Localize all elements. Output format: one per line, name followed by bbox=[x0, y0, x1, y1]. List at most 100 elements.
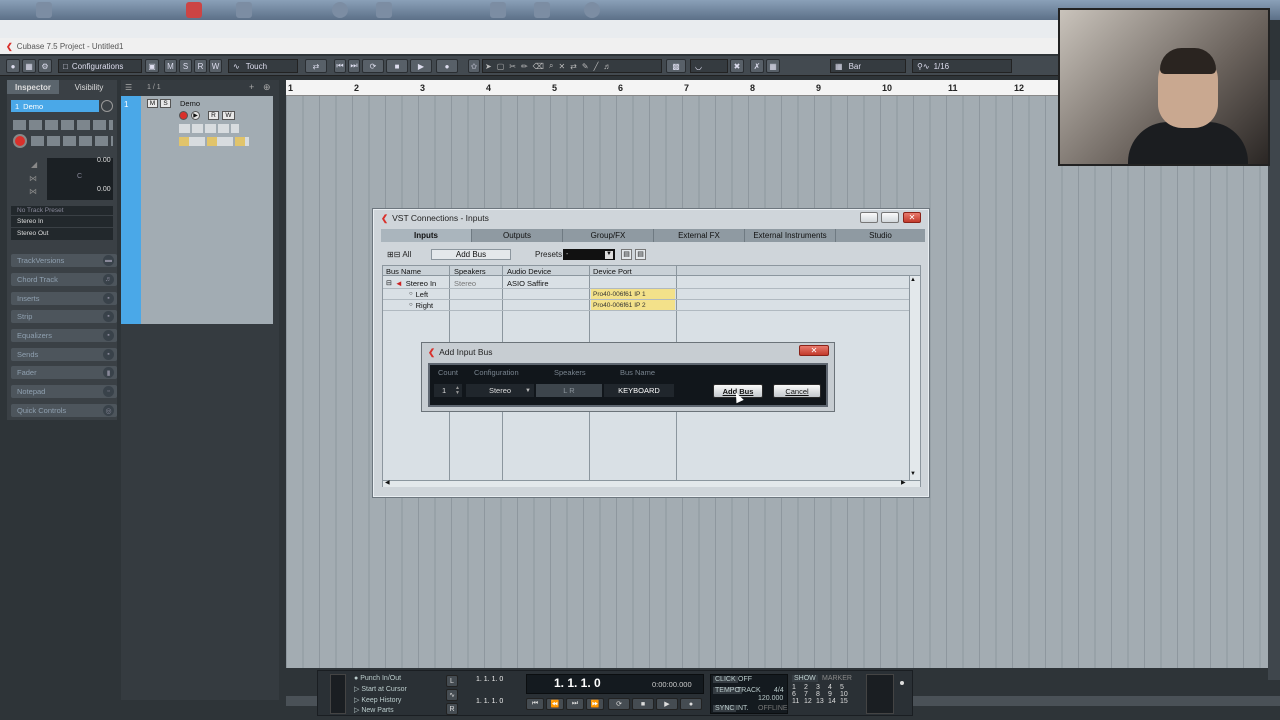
section-trackversions[interactable]: TrackVersions ▬ bbox=[11, 254, 117, 267]
column-speakers[interactable]: Speakers bbox=[454, 267, 486, 276]
track-name[interactable]: Demo bbox=[180, 99, 200, 108]
track-solo-button[interactable]: S bbox=[160, 99, 171, 108]
count-stepper[interactable]: 1 ▲ ▼ bbox=[434, 384, 462, 397]
device-port-cell[interactable]: Pro40-006f61 IP 2 bbox=[591, 300, 675, 310]
play-button[interactable]: ▶ bbox=[410, 59, 432, 73]
fast-forward-icon[interactable]: ⏩ bbox=[586, 698, 604, 710]
tab-inspector[interactable]: Inspector bbox=[7, 80, 59, 94]
vertical-scrollbar[interactable] bbox=[1268, 80, 1280, 680]
section-sends[interactable]: Sends ▪ bbox=[11, 348, 117, 361]
crossfade-icon[interactable]: ∿ bbox=[446, 689, 458, 701]
add-track-icon[interactable]: + bbox=[249, 82, 254, 92]
marker-button[interactable]: 13 bbox=[816, 698, 828, 705]
marker-button[interactable]: 7 bbox=[804, 691, 816, 698]
track-monitor-icon[interactable]: ▶ bbox=[191, 111, 200, 120]
zoom-tool-icon[interactable]: ⌕ bbox=[549, 61, 558, 71]
stop-button[interactable]: ■ bbox=[386, 59, 408, 73]
cycle-icon[interactable]: ⟳ bbox=[608, 698, 630, 710]
left-locator-icon[interactable]: L bbox=[446, 675, 458, 687]
draw-tool-icon[interactable]: ✎ bbox=[582, 62, 594, 71]
maximize-icon[interactable] bbox=[881, 212, 899, 223]
tab-external-instruments[interactable]: External Instruments bbox=[745, 229, 836, 242]
taskbar-app-icon[interactable] bbox=[376, 2, 392, 18]
audio-device-cell[interactable]: ASIO Saffire bbox=[507, 279, 549, 288]
solo-all-button[interactable]: S bbox=[179, 59, 192, 73]
input-routing[interactable]: Stereo In bbox=[11, 215, 113, 227]
snap-to-zero-icon[interactable]: ✗ bbox=[750, 59, 764, 73]
lock-icon[interactable]: ▣ bbox=[145, 59, 159, 73]
track-button-row[interactable] bbox=[13, 120, 113, 130]
speakers-cell[interactable]: Stereo bbox=[454, 279, 476, 288]
track-write-button[interactable]: W bbox=[222, 111, 235, 120]
grid-icon[interactable]: ▦ bbox=[766, 59, 780, 73]
mute-all-button[interactable]: M bbox=[164, 59, 177, 73]
tab-studio[interactable]: Studio bbox=[836, 229, 925, 242]
configurations-menu[interactable]: □ Configurations bbox=[58, 59, 142, 73]
marker-button[interactable]: 12 bbox=[804, 698, 816, 705]
tab-inputs[interactable]: Inputs bbox=[381, 229, 472, 242]
sync-label[interactable]: SYNC bbox=[713, 705, 737, 712]
track-options-icon[interactable]: ⊕ bbox=[263, 82, 271, 93]
record-button[interactable]: ● bbox=[680, 698, 702, 710]
marker-button[interactable]: 3 bbox=[816, 684, 828, 691]
taskbar-app-icon[interactable] bbox=[584, 2, 600, 18]
tool-palette[interactable]: ➤ ▢ ✂ ✏ ⌫ ⌕ ✕ ⇄ ✎ ╱ ♬ bbox=[482, 59, 662, 73]
pointer-tool-icon[interactable]: ➤ bbox=[485, 62, 497, 71]
table-vertical-scrollbar[interactable] bbox=[909, 276, 920, 482]
stop-button[interactable]: ■ bbox=[632, 698, 654, 710]
marker-button[interactable]: 9 bbox=[828, 691, 840, 698]
layout-icon[interactable]: ▦ bbox=[22, 59, 36, 73]
section-inserts[interactable]: Inserts ▪ bbox=[11, 292, 117, 305]
marker-button[interactable]: 4 bbox=[828, 684, 840, 691]
output-routing[interactable]: Stereo Out bbox=[11, 227, 113, 239]
go-to-end-icon[interactable]: ⏭ bbox=[348, 59, 360, 73]
erase-tool-icon[interactable]: ⌫ bbox=[533, 62, 549, 71]
play-tool-icon[interactable]: ♬ bbox=[603, 62, 616, 71]
track-read-button[interactable]: R bbox=[208, 111, 219, 120]
split-tool-icon[interactable]: ✂ bbox=[509, 62, 521, 71]
track-monitor-row[interactable] bbox=[31, 136, 113, 146]
track-options-row[interactable] bbox=[179, 124, 239, 133]
right-locator-icon[interactable]: R bbox=[446, 703, 458, 715]
punch-option[interactable]: ● Punch In/Out bbox=[354, 675, 401, 682]
new-parts-option[interactable]: ▷ New Parts bbox=[354, 706, 394, 714]
table-row[interactable]: ○ Left bbox=[409, 289, 428, 299]
time-warp-tool-icon[interactable]: ⇄ bbox=[570, 62, 582, 71]
scroll-right-icon[interactable]: ▶ bbox=[901, 479, 906, 486]
section-notepad[interactable]: Notepad ▫ bbox=[11, 385, 117, 398]
column-device-port[interactable]: Device Port bbox=[593, 267, 632, 276]
go-to-end-icon[interactable]: ⏭ bbox=[566, 698, 584, 710]
scroll-down-icon[interactable]: ▼ bbox=[910, 471, 916, 477]
taskbar-app-icon[interactable] bbox=[36, 2, 52, 18]
section-chord-track[interactable]: Chord Track ♬ bbox=[11, 273, 117, 286]
marker-button[interactable]: 2 bbox=[804, 684, 816, 691]
table-horizontal-scrollbar[interactable] bbox=[383, 480, 920, 487]
section-equalizers[interactable]: Equalizers ▪ bbox=[11, 329, 117, 342]
marker-button[interactable]: 6 bbox=[792, 691, 804, 698]
device-port-cell[interactable]: Pro40-006f61 IP 1 bbox=[591, 289, 675, 299]
show-markers-label[interactable]: SHOW bbox=[792, 675, 818, 682]
column-audio-device[interactable]: Audio Device bbox=[507, 267, 551, 276]
track-preset-label[interactable]: No Track Preset bbox=[11, 206, 113, 215]
read-all-button[interactable]: R bbox=[194, 59, 207, 73]
tab-visibility[interactable]: Visibility bbox=[61, 80, 117, 94]
cycle-icon[interactable]: ⟳ bbox=[362, 59, 384, 73]
tab-outputs[interactable]: Outputs bbox=[472, 229, 563, 242]
activate-project-button[interactable]: ● bbox=[6, 59, 20, 73]
taskbar-app-icon[interactable] bbox=[236, 2, 252, 18]
start-cursor-option[interactable]: ▷ Start at Cursor bbox=[354, 685, 407, 693]
marker-button[interactable]: 14 bbox=[828, 698, 840, 705]
scroll-left-icon[interactable]: ◀ bbox=[385, 479, 390, 486]
track-mute-button[interactable]: M bbox=[147, 99, 158, 108]
taskbar-app-icon[interactable] bbox=[186, 2, 202, 18]
nudge-icon[interactable]: ⇄ bbox=[305, 59, 327, 73]
tab-group-fx[interactable]: Group/FX bbox=[563, 229, 654, 242]
list-view-icon[interactable]: ☰ bbox=[125, 83, 132, 92]
column-bus-name[interactable]: Bus Name bbox=[386, 267, 421, 276]
track-selection-strip[interactable]: 1 bbox=[121, 96, 141, 324]
click-label[interactable]: CLICK bbox=[713, 676, 738, 683]
write-all-button[interactable]: W bbox=[209, 59, 222, 73]
quantize-select[interactable]: ⚲∿ 1/16 bbox=[912, 59, 1012, 73]
auto-scroll-icon[interactable]: ✩ bbox=[468, 59, 480, 73]
save-preset-icon[interactable]: ▤ bbox=[621, 249, 632, 260]
